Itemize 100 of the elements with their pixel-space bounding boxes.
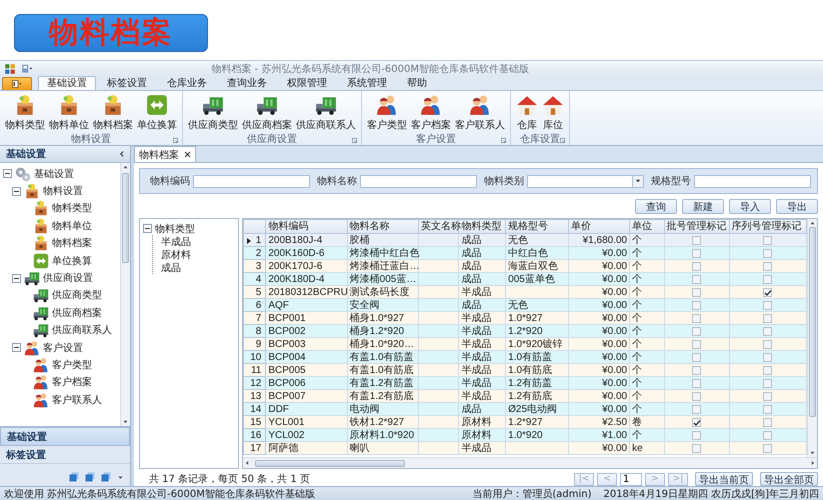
collapse-toggle[interactable] [12,186,21,196]
ribbon-button-label[interactable]: 供应商档案 [242,118,292,132]
checkbox[interactable] [763,366,772,374]
ribbon-button-label[interactable]: 物料单位 [49,118,89,132]
column-header[interactable]: 批号管理标记 [664,220,730,234]
ribbon-tab[interactable]: 标签设置 [98,76,156,90]
checkbox[interactable] [763,340,772,348]
checkbox[interactable] [692,326,702,336]
input-field[interactable] [360,174,477,188]
ribbon-button-label[interactable]: 单位换算 [137,118,177,132]
vertical-scrollbar[interactable] [120,163,130,426]
checkbox[interactable] [692,274,702,284]
checkbox[interactable] [763,418,772,426]
ribbon-tab[interactable]: 系统管理 [338,76,396,90]
tree-item[interactable]: 客户联系人 [52,392,102,407]
ribbon-button-label[interactable]: 物料类型 [5,118,45,132]
checkbox[interactable] [763,326,772,336]
ribbon-tab[interactable]: 权限管理 [278,76,336,90]
checkbox[interactable] [692,392,702,400]
checkbox[interactable] [692,236,702,244]
checkbox[interactable] [692,288,702,296]
ribbon-tab[interactable]: 查询业务 [218,76,276,90]
collapse-toggle[interactable] [143,224,152,233]
ribbon-button-label[interactable]: 供应商类型 [188,118,238,132]
collapse-toggle[interactable] [12,274,21,283]
ribbon-button-label[interactable]: 客户档案 [411,118,451,132]
checkbox[interactable] [763,248,772,258]
scroll-up-icon[interactable] [808,219,817,227]
checkbox[interactable] [763,236,772,244]
checkbox[interactable] [763,314,772,322]
tree-item[interactable]: 客户类型 [52,358,92,372]
vertical-scrollbar[interactable] [807,219,817,457]
ribbon-button-label[interactable]: 客户联系人 [455,118,505,132]
tree-item[interactable]: 客户档案 [52,375,92,390]
export-button[interactable]: 导出当前页 [695,472,753,486]
tree-item[interactable]: 物料类型 [155,222,195,236]
checkbox[interactable] [763,288,772,296]
column-header[interactable]: 单位 [630,220,664,234]
tree-item[interactable]: 供应商联系人 [52,323,112,338]
column-header[interactable]: 单价 [568,220,630,234]
tree-item[interactable]: 供应商设置 [43,271,93,286]
checkbox[interactable] [763,392,772,400]
action-button[interactable]: 导入 [729,199,771,214]
ribbon-button-label[interactable]: 库位 [543,118,563,132]
tree-item[interactable]: 成品 [161,260,181,274]
horizontal-scrollbar[interactable] [243,457,817,468]
input-field[interactable] [193,174,310,188]
column-header[interactable]: 物料名称 [347,220,418,234]
export-button[interactable]: 导出全部页 [760,472,818,486]
column-header[interactable]: 序列号管理标记 [729,220,806,234]
file-menu-button[interactable] [2,77,32,90]
ribbon-tab[interactable]: 帮助 [398,76,436,90]
column-header[interactable]: 规格型号 [506,220,569,234]
action-button[interactable]: 新建 [682,199,724,214]
scroll-thumb[interactable] [255,460,405,466]
checkbox[interactable] [692,352,702,362]
column-header[interactable]: 英文名称 [418,220,459,234]
ribbon-button-label[interactable]: 供应商联系人 [296,118,356,132]
checkbox[interactable] [692,404,702,414]
document-tab[interactable]: 物料档案 [134,146,196,162]
tree-item[interactable]: 半成品 [161,234,191,248]
collapse-toggle[interactable] [12,343,21,352]
checkbox[interactable] [692,366,702,374]
checkbox[interactable] [692,340,702,348]
checkbox[interactable] [692,248,702,258]
tree-item[interactable]: 物料设置 [43,184,83,198]
ribbon-button-label[interactable]: 客户类型 [367,118,407,132]
input-field[interactable] [694,174,811,188]
checkbox[interactable] [692,430,702,440]
ribbon-button-label[interactable]: 物料档案 [93,118,133,132]
checkbox[interactable] [692,378,702,388]
checkbox[interactable] [763,404,772,414]
tree-item[interactable]: 物料单位 [52,218,92,233]
checkbox[interactable] [763,274,772,284]
tree-item[interactable]: 单位换算 [52,254,92,268]
checkbox[interactable] [763,430,772,440]
checkbox[interactable] [763,444,772,452]
tree-item[interactable]: 物料类型 [52,201,92,216]
checkbox[interactable] [692,444,702,452]
collapse-toggle[interactable] [3,169,12,178]
ribbon-tab[interactable]: 仓库业务 [158,76,216,90]
action-button[interactable]: 导出 [776,199,818,214]
checkbox[interactable] [763,378,772,388]
ribbon-button-label[interactable]: 仓库 [517,118,537,132]
scroll-thumb[interactable] [122,173,129,263]
column-header[interactable]: 物料编码 [266,220,348,234]
ribbon-tab[interactable]: 基础设置 [38,76,96,90]
checkbox[interactable] [692,314,702,322]
nav-section[interactable]: 基础设置 [0,427,130,446]
tree-item[interactable]: 客户设置 [43,340,83,355]
checkbox[interactable] [763,300,772,310]
dropdown-field[interactable] [527,174,644,188]
checkbox[interactable] [692,418,702,426]
tree-item[interactable]: 供应商类型 [52,288,102,302]
nav-section[interactable]: 标签设置 [0,446,130,464]
tree-item[interactable]: 基础设置 [34,166,74,181]
tree-item[interactable]: 原材料 [161,248,191,262]
checkbox[interactable] [692,262,702,270]
tree-item[interactable]: 物料档案 [52,236,92,250]
tree-item[interactable]: 供应商档案 [52,306,102,320]
